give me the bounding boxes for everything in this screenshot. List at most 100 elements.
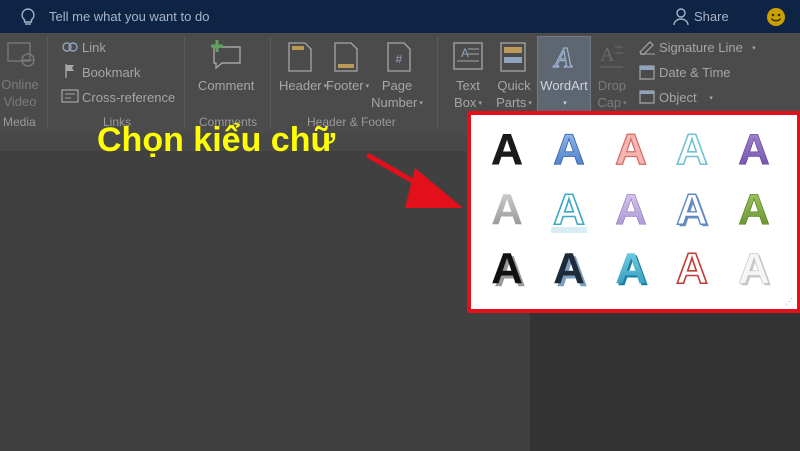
signature-line-label: Signature Line (659, 40, 743, 55)
svg-text:A: A (553, 244, 585, 293)
drop-cap-icon: A (600, 44, 623, 68)
new-comment-icon (211, 40, 241, 69)
wordart-style-light-blue-shadow[interactable]: A A (675, 184, 710, 236)
separator (270, 37, 271, 129)
text-box-button[interactable]: Text Box ▾ (448, 77, 488, 112)
wordart-style-blue-gradient[interactable]: A (553, 125, 586, 175)
svg-text:A: A (738, 125, 770, 174)
svg-text:A: A (676, 185, 708, 234)
tell-me-search[interactable]: Tell me what you want to do (49, 9, 209, 24)
wordart-style-teal-3d[interactable]: A A (615, 244, 649, 295)
lightbulb-icon (21, 8, 35, 25)
wordart-style-green-gradient[interactable]: A (738, 185, 770, 235)
header-button[interactable]: Header ▾ (279, 77, 327, 95)
signature-line-button[interactable]: Signature Line ▾ (659, 39, 756, 57)
online-video-icon (7, 42, 35, 67)
text-box-label-2: Box (454, 95, 477, 110)
quick-parts-label-2: Parts (496, 95, 527, 110)
page-number-label-2: Number (371, 95, 418, 110)
chevron-down-icon: ▾ (478, 100, 482, 107)
separator (47, 37, 48, 129)
svg-text:A: A (491, 185, 523, 234)
text-box-label-1: Text (456, 78, 480, 93)
svg-text:A: A (676, 125, 708, 174)
link-button[interactable]: Link (82, 39, 106, 56)
svg-text:A: A (553, 185, 585, 234)
annotation-arrow-icon (366, 153, 463, 208)
object-label: Object (659, 90, 697, 105)
date-time-icon (639, 65, 655, 80)
svg-text:A: A (738, 244, 770, 293)
annotation-label: Chọn kiểu chữ (97, 121, 336, 159)
wordart-style-red-outline[interactable]: A (675, 243, 708, 294)
svg-text:#: # (396, 52, 403, 66)
svg-text:A: A (553, 43, 574, 72)
svg-text:A: A (461, 46, 469, 60)
share-button[interactable]: Share (694, 9, 729, 24)
page-number-icon: # (387, 42, 411, 72)
separator (437, 37, 438, 129)
wordart-style-light-blue-outline[interactable]: A (675, 124, 708, 175)
header-icon (288, 42, 312, 72)
object-icon (639, 90, 655, 104)
header-label: Header (279, 78, 322, 93)
wordart-style-black-shadow[interactable]: A A (491, 244, 526, 296)
person-icon (673, 8, 689, 26)
wordart-style-teal-reflection[interactable]: A (551, 184, 587, 235)
wordart-style-dark-blue-shadow[interactable]: A A (553, 244, 588, 296)
separator (184, 37, 185, 129)
wordart-label: WordArt (540, 78, 588, 93)
chevron-down-icon: ▾ (709, 95, 713, 102)
online-video-button[interactable]: Online Video (0, 76, 40, 110)
chevron-down-icon: ▾ (752, 45, 756, 52)
quick-parts-label-1: Quick (497, 78, 531, 93)
link-icon (62, 42, 78, 52)
svg-text:A: A (491, 244, 523, 293)
bookmark-icon (65, 64, 74, 78)
wordart-icon: A (552, 42, 574, 72)
svg-text:A: A (615, 125, 647, 174)
bookmark-button[interactable]: Bookmark (82, 64, 141, 81)
resize-grip-icon[interactable]: ⋰ (785, 297, 793, 306)
svg-text:A: A (615, 244, 647, 293)
smiley-icon[interactable] (766, 7, 786, 27)
drop-cap-button[interactable]: Drop Cap ▾ (592, 77, 632, 112)
media-group-label: Media (3, 115, 36, 129)
wordart-style-lavender[interactable]: A (615, 185, 647, 235)
svg-text:A: A (615, 185, 647, 234)
chevron-down-icon: ▾ (623, 100, 627, 107)
drop-cap-label-2: Cap (597, 95, 622, 110)
date-time-button[interactable]: Date & Time (659, 64, 731, 81)
tell-me-bar: Tell me what you want to do Share (0, 0, 800, 33)
cross-reference-icon (61, 89, 79, 103)
wordart-style-black-outline[interactable]: A A (491, 125, 523, 175)
wordart-style-white-bevel[interactable]: A A (738, 244, 772, 295)
wordart-gallery: A A A A A A A A A A A A A A A A A A A A … (467, 111, 800, 313)
svg-text:A: A (491, 125, 523, 174)
quick-parts-icon (500, 42, 526, 72)
online-video-label-1: Online (1, 77, 39, 92)
svg-text:A: A (676, 244, 708, 293)
chevron-down-icon: ▾ (528, 100, 532, 107)
page-number-label-1: Page (381, 78, 413, 93)
wordart-style-gray-gradient[interactable]: A (491, 185, 523, 234)
wordart-style-purple-gradient[interactable]: A (738, 125, 770, 175)
wordart-gallery-grid: A A A A A A A A A A A A A A A A A A A A … (491, 124, 772, 296)
signature-line-icon (639, 41, 655, 55)
quick-parts-button[interactable]: Quick Parts ▾ (492, 77, 536, 112)
chevron-down-icon: ▾ (419, 100, 423, 107)
footer-icon (334, 42, 358, 72)
footer-button[interactable]: Footer ▾ (326, 77, 369, 95)
footer-label: Footer (326, 78, 364, 93)
wordart-button[interactable]: A WordArt ▾ (537, 36, 591, 112)
svg-text:A: A (600, 44, 615, 66)
text-box-icon: A (453, 42, 483, 70)
object-button[interactable]: Object ▾ (659, 89, 713, 107)
wordart-style-pink-outline[interactable]: A (615, 124, 648, 174)
cross-reference-button[interactable]: Cross-reference (82, 89, 175, 106)
chevron-down-icon: ▾ (563, 100, 567, 107)
svg-text:A: A (553, 125, 585, 174)
drop-cap-label-1: Drop (597, 78, 627, 93)
comment-button[interactable]: Comment (198, 77, 254, 94)
page-number-button[interactable]: Page Number ▾ (368, 77, 426, 112)
